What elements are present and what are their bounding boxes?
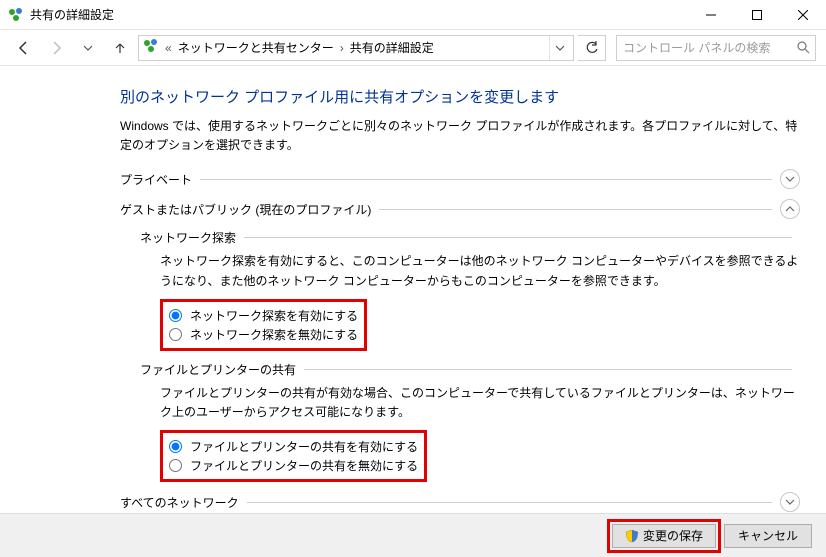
section-divider bbox=[200, 179, 772, 180]
section-all-label: すべてのネットワーク bbox=[120, 494, 239, 511]
radio-input[interactable] bbox=[169, 309, 182, 322]
fileshare-off-radio[interactable]: ファイルとプリンターの共有を無効にする bbox=[169, 456, 418, 475]
section-divider bbox=[247, 502, 772, 503]
recent-locations-button[interactable] bbox=[74, 34, 102, 62]
radio-input[interactable] bbox=[169, 459, 182, 472]
footer-bar: 変更の保存 キャンセル bbox=[0, 513, 826, 557]
section-private[interactable]: プライベート bbox=[120, 169, 800, 189]
section-divider bbox=[244, 237, 792, 238]
chevron-up-icon[interactable] bbox=[780, 199, 800, 219]
back-button[interactable] bbox=[10, 34, 38, 62]
radio-label: ファイルとプリンターの共有を有効にする bbox=[190, 438, 418, 455]
address-dropdown-button[interactable] bbox=[549, 36, 569, 60]
breadcrumb-chevron-icon: › bbox=[340, 41, 344, 55]
fileshare-on-radio[interactable]: ファイルとプリンターの共有を有効にする bbox=[169, 437, 418, 456]
section-guest[interactable]: ゲストまたはパブリック (現在のプロファイル) bbox=[120, 199, 800, 219]
subsection-discovery-label: ネットワーク探索 bbox=[140, 229, 236, 246]
app-icon bbox=[8, 7, 24, 23]
titlebar: 共有の詳細設定 bbox=[0, 0, 826, 30]
page-heading: 別のネットワーク プロファイル用に共有オプションを変更します bbox=[120, 86, 800, 107]
chevron-down-icon[interactable] bbox=[780, 492, 800, 512]
minimize-button[interactable] bbox=[688, 0, 734, 30]
page-description: Windows では、使用するネットワークごとに別々のネットワーク プロファイル… bbox=[120, 117, 800, 155]
close-button[interactable] bbox=[780, 0, 826, 30]
cancel-button-label: キャンセル bbox=[738, 527, 798, 544]
shield-icon bbox=[625, 529, 639, 543]
radio-label: ネットワーク探索を有効にする bbox=[190, 307, 358, 324]
search-box[interactable] bbox=[616, 35, 816, 61]
search-input[interactable] bbox=[621, 40, 795, 56]
section-divider bbox=[379, 209, 772, 210]
radio-input[interactable] bbox=[169, 440, 182, 453]
radio-label: ファイルとプリンターの共有を無効にする bbox=[190, 457, 418, 474]
navigation-bar: « ネットワークと共有センター › 共有の詳細設定 bbox=[0, 30, 826, 66]
breadcrumb-seg-1[interactable]: ネットワークと共有センター bbox=[178, 39, 334, 56]
up-button[interactable] bbox=[106, 34, 134, 62]
discovery-description: ネットワーク探索を有効にすると、このコンピューターは他のネットワーク コンピュー… bbox=[160, 252, 800, 290]
fileshare-description: ファイルとプリンターの共有が有効な場合、このコンピューターで共有しているファイル… bbox=[160, 384, 800, 422]
window-title: 共有の詳細設定 bbox=[30, 6, 114, 23]
refresh-button[interactable] bbox=[578, 35, 606, 61]
save-button[interactable]: 変更の保存 bbox=[612, 524, 716, 548]
subsection-fileshare: ファイルとプリンターの共有 bbox=[140, 361, 800, 378]
radio-label: ネットワーク探索を無効にする bbox=[190, 326, 358, 343]
breadcrumb-seg-2[interactable]: 共有の詳細設定 bbox=[350, 39, 434, 56]
chevron-down-icon[interactable] bbox=[780, 169, 800, 189]
content-area: 別のネットワーク プロファイル用に共有オプションを変更します Windows で… bbox=[0, 66, 826, 513]
fileshare-radio-group: ファイルとプリンターの共有を有効にする ファイルとプリンターの共有を無効にする bbox=[160, 430, 427, 482]
discovery-off-radio[interactable]: ネットワーク探索を無効にする bbox=[169, 325, 358, 344]
search-icon[interactable] bbox=[795, 41, 811, 54]
section-all-networks[interactable]: すべてのネットワーク bbox=[120, 492, 800, 512]
maximize-button[interactable] bbox=[734, 0, 780, 30]
discovery-radio-group: ネットワーク探索を有効にする ネットワーク探索を無効にする bbox=[160, 299, 367, 351]
window-controls bbox=[688, 0, 826, 30]
breadcrumb-sep-icon: « bbox=[165, 41, 172, 55]
subsection-fileshare-label: ファイルとプリンターの共有 bbox=[140, 361, 296, 378]
address-bar[interactable]: « ネットワークと共有センター › 共有の詳細設定 bbox=[138, 35, 574, 61]
cancel-button[interactable]: キャンセル bbox=[724, 524, 812, 548]
section-guest-label: ゲストまたはパブリック (現在のプロファイル) bbox=[120, 201, 371, 218]
save-button-label: 変更の保存 bbox=[643, 527, 703, 544]
section-private-label: プライベート bbox=[120, 171, 192, 188]
subsection-discovery: ネットワーク探索 bbox=[140, 229, 800, 246]
section-divider bbox=[304, 369, 792, 370]
forward-button[interactable] bbox=[42, 34, 70, 62]
address-icon bbox=[143, 38, 159, 57]
discovery-on-radio[interactable]: ネットワーク探索を有効にする bbox=[169, 306, 358, 325]
radio-input[interactable] bbox=[169, 328, 182, 341]
